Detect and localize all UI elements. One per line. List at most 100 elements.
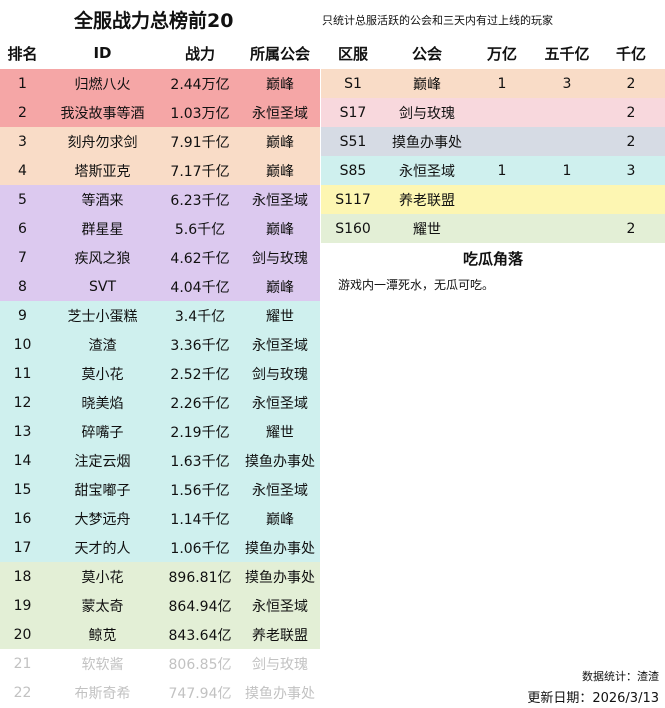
power-cell: 1.03万亿 [170, 105, 230, 122]
table-row: 20 鲸苋 843.64亿 养老联盟 [0, 620, 320, 649]
server-table: S1 巅峰 1 3 2 S17 剑与玫瑰 2 S51 摸鱼办事处 2 S85 永恒圣域 1 1 3 S117 养老… [321, 69, 665, 243]
guild-cell: 摸鱼办事处 [245, 540, 315, 557]
server-guild-cell: 摸鱼办事处 [392, 134, 462, 151]
rank-cell: 18 [13, 568, 32, 585]
player-id-cell: 莫小花 [81, 366, 124, 383]
power-cell: 1.14千亿 [170, 511, 230, 528]
qian-count-cell: 2 [626, 104, 636, 121]
server-cell: S1 [344, 75, 362, 92]
table-row: 9 芝士小蛋糕 3.4千亿 耀世 [0, 301, 320, 330]
guild-cell: 耀世 [266, 308, 294, 325]
player-id-cell: 我没故事等酒 [60, 105, 145, 122]
player-id-cell: SVT [88, 278, 116, 295]
table-row: 8 SVT 4.04千亿 巅峰 [0, 272, 320, 301]
guild-cell: 巅峰 [266, 76, 294, 93]
gossip-text: 游戏内一潭死水，无瓜可吃。 [338, 278, 495, 292]
server-row: S1 巅峰 1 3 2 [321, 69, 665, 98]
power-cell: 2.26千亿 [170, 395, 230, 412]
wuqian-count-cell: 1 [562, 162, 572, 179]
power-cell: 4.62千亿 [170, 250, 230, 267]
table-row: 18 莫小花 896.81亿 摸鱼办事处 [0, 562, 320, 591]
table-row: 7 疾风之狼 4.62千亿 剑与玫瑰 [0, 243, 320, 272]
player-id-cell: 塔斯亚克 [74, 163, 131, 180]
power-cell: 7.91千亿 [170, 134, 230, 151]
server-guild-cell: 永恒圣域 [399, 163, 455, 180]
server-guild-cell: 养老联盟 [399, 192, 455, 209]
server-row: S51 摸鱼办事处 2 [321, 127, 665, 156]
player-id-cell: 群星星 [81, 221, 124, 238]
player-id-cell: 疾风之狼 [74, 250, 131, 267]
guild-cell: 耀世 [266, 424, 294, 441]
rank-cell: 12 [13, 394, 32, 411]
guild-cell: 巅峰 [266, 511, 294, 528]
guild-cell: 永恒圣域 [252, 105, 308, 122]
player-id-cell: 莫小花 [81, 569, 124, 586]
player-id-cell: 归燃八火 [74, 76, 131, 93]
player-id-cell: 大梦远舟 [74, 511, 131, 528]
table-row: 22 布斯奇希 747.94亿 摸鱼办事处 [0, 678, 320, 707]
table-row: 19 蒙太奇 864.94亿 永恒圣域 [0, 591, 320, 620]
power-cell: 1.06千亿 [170, 540, 230, 557]
rank-cell: 3 [18, 133, 27, 150]
player-id-cell: 刻舟勿求剑 [67, 134, 138, 151]
table-row: 1 归燃八火 2.44万亿 巅峰 [0, 69, 320, 98]
power-cell: 2.52千亿 [170, 366, 230, 383]
table-row: 17 天才的人 1.06千亿 摸鱼办事处 [0, 533, 320, 562]
power-cell: 7.17千亿 [170, 163, 230, 180]
header-wan: 万亿 [486, 44, 517, 63]
server-guild-cell: 耀世 [413, 221, 441, 238]
power-cell: 5.6千亿 [174, 221, 226, 238]
power-cell: 843.64亿 [168, 627, 232, 644]
power-cell: 3.4千亿 [174, 308, 226, 325]
header-guild: 所属公会 [249, 44, 310, 63]
rank-cell: 2 [18, 104, 27, 121]
server-row: S117 养老联盟 [321, 185, 665, 214]
server-guild-cell: 巅峰 [413, 76, 441, 93]
table-row: 4 塔斯亚克 7.17千亿 巅峰 [0, 156, 320, 185]
table-row: 5 等酒来 6.23千亿 永恒圣域 [0, 185, 320, 214]
header-server-guild: 公会 [411, 44, 442, 63]
table-row: 2 我没故事等酒 1.03万亿 永恒圣域 [0, 98, 320, 127]
table-row: 11 莫小花 2.52千亿 剑与玫瑰 [0, 359, 320, 388]
rank-cell: 10 [13, 336, 32, 353]
rank-cell: 22 [13, 684, 32, 701]
power-cell: 1.56千亿 [170, 482, 230, 499]
ranking-table: 1 归燃八火 2.44万亿 巅峰 2 我没故事等酒 1.03万亿 永恒圣域 3 刻舟勿求剑 7.91… [0, 69, 320, 707]
header-server: 区服 [337, 44, 368, 63]
table-row: 10 渣渣 3.36千亿 永恒圣域 [0, 330, 320, 359]
player-id-cell: 鲸苋 [88, 627, 117, 644]
rank-cell: 9 [18, 307, 27, 324]
gossip-title: 吃瓜角落 [462, 250, 523, 268]
guild-cell: 巅峰 [266, 279, 294, 296]
table-row: 21 软软酱 806.85亿 剑与玫瑰 [0, 649, 320, 678]
rank-cell: 19 [13, 597, 32, 614]
header-rank: 排名 [7, 44, 38, 63]
rank-cell: 4 [18, 162, 27, 179]
power-cell: 6.23千亿 [170, 192, 230, 209]
data-credit: 数据统计：渣渣 [582, 670, 659, 683]
server-cell: S51 [339, 133, 367, 150]
table-row: 12 晓美焰 2.26千亿 永恒圣域 [0, 388, 320, 417]
update-date: 更新日期：2026/3/13 [527, 691, 659, 706]
server-cell: S160 [335, 220, 371, 237]
server-cell: S117 [335, 191, 371, 208]
server-cell: S85 [339, 162, 367, 179]
wuqian-count-cell: 3 [562, 75, 572, 92]
player-id-cell: 渣渣 [88, 337, 117, 354]
player-id-cell: 芝士小蛋糕 [67, 308, 138, 325]
player-id-cell: 甜宝嘟子 [74, 482, 131, 499]
player-id-cell: 蒙太奇 [81, 598, 124, 615]
power-cell: 806.85亿 [168, 656, 232, 673]
rank-cell: 6 [18, 220, 27, 237]
player-id-cell: 布斯奇希 [74, 685, 131, 702]
guild-cell: 永恒圣域 [252, 598, 308, 615]
power-cell: 4.04千亿 [170, 279, 230, 296]
server-guild-cell: 剑与玫瑰 [399, 105, 455, 122]
player-id-cell: 碎嘴子 [81, 424, 124, 441]
table-row: 14 注定云烟 1.63千亿 摸鱼办事处 [0, 446, 320, 475]
rank-cell: 17 [13, 539, 32, 556]
server-row: S85 永恒圣域 1 1 3 [321, 156, 665, 185]
player-id-cell: 软软酱 [81, 656, 124, 673]
power-cell: 747.94亿 [168, 685, 232, 702]
rank-cell: 20 [13, 626, 32, 643]
